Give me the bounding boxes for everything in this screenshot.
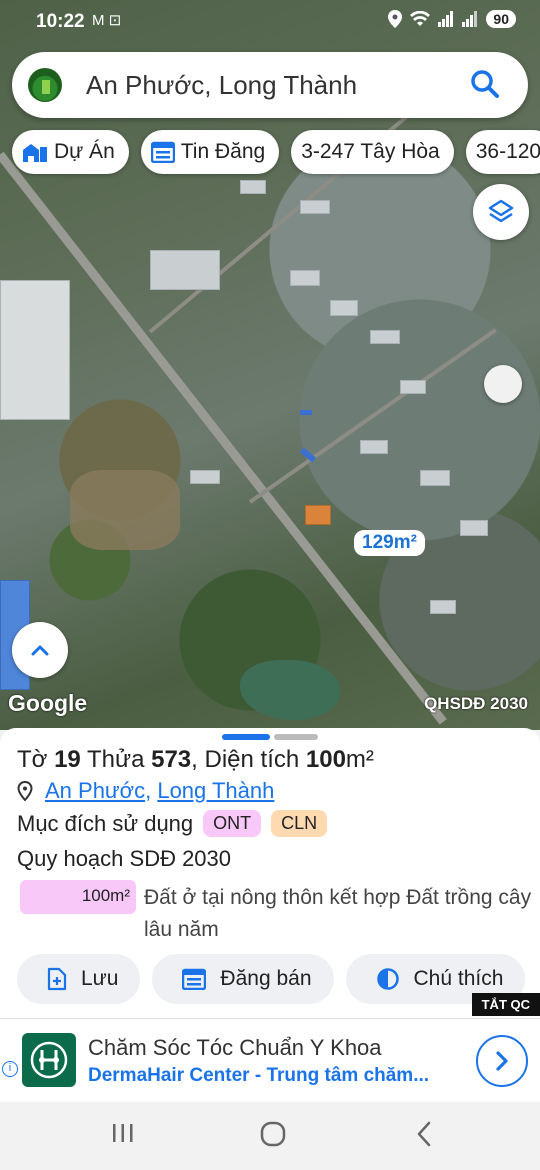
land-use-purpose: Mục đích sử dụng ONT CLN <box>17 810 328 837</box>
chevron-right-icon <box>496 1051 508 1071</box>
search-bar[interactable]: An Phước, Long Thành <box>12 52 528 118</box>
map-building <box>460 520 488 536</box>
layers-icon <box>488 199 514 223</box>
wifi-icon <box>410 11 431 26</box>
tag-cln[interactable]: CLN <box>271 810 328 837</box>
map-road <box>0 151 447 725</box>
action-buttons: Lưu Đăng bán Chú thích <box>17 954 526 1004</box>
post-sale-button[interactable]: Đăng bán <box>152 954 334 1004</box>
add-file-icon <box>47 967 67 991</box>
map-building <box>420 470 450 486</box>
ad-subtitle: DermaHair Center - Trung tâm chăm... <box>88 1065 430 1086</box>
chip-parcel-1[interactable]: 3-247 Tây Hòa <box>291 130 454 174</box>
plan-title: Quy hoạch SDĐ 2030 <box>17 846 232 871</box>
pin-icon <box>17 781 33 801</box>
notification-icons: M ⊡ <box>92 12 122 29</box>
layers-button[interactable] <box>473 184 529 240</box>
map-building <box>0 280 70 420</box>
map-building <box>240 180 266 194</box>
recents-icon[interactable] <box>110 1120 136 1146</box>
map-building <box>305 505 331 525</box>
map-road <box>248 328 497 504</box>
ad-banner[interactable]: i Chăm Sóc Tóc Chuẩn Y Khoa DermaHair Ce… <box>0 1018 540 1102</box>
system-nav-bar <box>0 1102 540 1170</box>
search-input[interactable]: An Phước, Long Thành <box>86 70 464 101</box>
save-label: Lưu <box>81 967 119 990</box>
map-building <box>300 410 312 415</box>
legend-label: Chú thích <box>413 967 504 990</box>
google-logo: Google <box>8 690 88 716</box>
commune-link[interactable]: An Phước <box>45 778 145 804</box>
sheet-handle[interactable] <box>222 734 270 740</box>
tag-ont[interactable]: ONT <box>203 810 262 837</box>
map-building <box>330 300 358 316</box>
battery-indicator: 90 <box>486 10 516 28</box>
filter-chips: Dự Án Tin Đăng 3-247 Tây Hòa 36-120 <box>12 130 540 174</box>
calendar-list-icon <box>150 141 175 163</box>
status-bar: 10:22 M ⊡ 90 <box>0 0 540 44</box>
location-icon <box>388 10 403 28</box>
chip-label: Dự Án <box>54 140 115 163</box>
save-button[interactable]: Lưu <box>17 954 141 1004</box>
chip-label: 3-247 Tây Hòa <box>301 140 440 163</box>
legend-description: Đất ở tại nông thôn kết hợp Đất trồng câ… <box>144 886 532 941</box>
expand-up-button[interactable] <box>12 622 68 678</box>
map-pond <box>240 660 340 720</box>
plan-layer-label: QHSDĐ 2030 <box>424 694 528 713</box>
signal-icon <box>438 11 454 27</box>
search-icon[interactable] <box>464 63 508 107</box>
ad-close-tag[interactable]: TẮT QC <box>471 993 540 1016</box>
chip-du-an[interactable]: Dự Án <box>12 130 129 174</box>
post-sale-label: Đăng bán <box>220 967 312 990</box>
area-label: 129m² <box>354 530 425 556</box>
parcel-title: Tờ 19 Thửa 573, Diện tích 100m² <box>17 746 374 773</box>
building-icon <box>23 144 47 162</box>
sheet-handle-secondary[interactable] <box>274 734 318 740</box>
purpose-label: Mục đích sử dụng <box>17 810 194 836</box>
ad-open-button[interactable] <box>476 1035 528 1087</box>
status-time: 10:22 <box>36 11 85 32</box>
chip-label: Tin Đăng <box>180 140 266 163</box>
map-building <box>360 440 388 454</box>
chip-tin-dang[interactable]: Tin Đăng <box>140 130 280 174</box>
back-icon[interactable] <box>414 1120 434 1148</box>
map-marker[interactable] <box>484 365 522 403</box>
avatar[interactable] <box>28 68 62 102</box>
map-building <box>400 380 426 394</box>
signal-icon-2 <box>462 11 478 27</box>
ad-logo <box>22 1033 76 1087</box>
chip-parcel-2[interactable]: 36-120 <box>465 130 540 174</box>
map-building <box>430 600 456 614</box>
map-building <box>150 250 220 290</box>
ad-info-icon[interactable]: i <box>2 1061 18 1077</box>
map-field <box>70 470 180 550</box>
map-building <box>300 200 330 214</box>
chip-label: 36-120 <box>475 140 540 163</box>
parcel-info-sheet: Tờ 19 Thửa 573, Diện tích 100m² An Phước… <box>0 728 540 1018</box>
map-building <box>370 330 400 344</box>
chevron-up-icon <box>31 645 49 656</box>
half-circle-icon <box>376 968 399 990</box>
map-building <box>290 270 320 286</box>
calendar-list-icon <box>182 968 207 990</box>
dermahair-logo-icon <box>30 1041 68 1079</box>
map-building <box>190 470 220 484</box>
home-icon[interactable] <box>259 1120 287 1148</box>
district-link[interactable]: Long Thành <box>157 778 274 804</box>
ad-title: Chăm Sóc Tóc Chuẩn Y Khoa <box>88 1035 382 1060</box>
legend-swatch: 100m² <box>20 880 136 914</box>
parcel-location: An Phước, Long Thành <box>17 778 274 804</box>
